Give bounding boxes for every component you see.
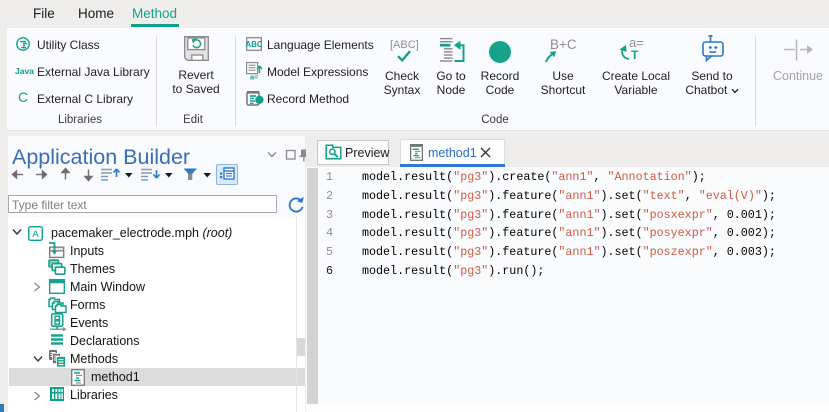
svg-text:a=: a= <box>250 73 259 81</box>
svg-text:A: A <box>32 229 39 240</box>
svg-text:ABC: ABC <box>246 40 262 49</box>
